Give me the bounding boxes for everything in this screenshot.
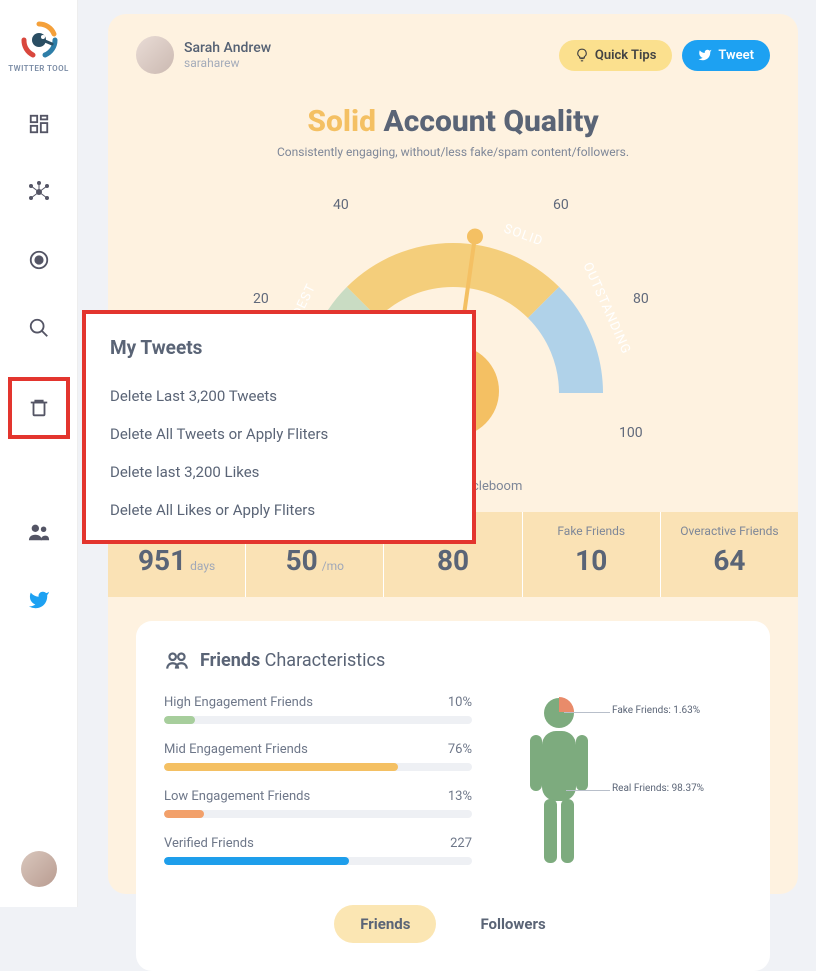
nav-target-icon[interactable] <box>22 243 56 277</box>
lightbulb-icon <box>575 48 589 62</box>
flyout-delete-all-likes[interactable]: Delete All Likes or Apply Fliters <box>110 491 448 529</box>
tick-40: 40 <box>333 197 349 213</box>
sidebar-avatar[interactable] <box>21 851 57 887</box>
person-icon <box>522 695 596 873</box>
quality-subtitle: Consistently engaging, without/less fake… <box>136 145 770 159</box>
user-avatar <box>136 36 174 74</box>
bar-high-engagement: High Engagement Friends10% <box>164 695 472 724</box>
stat-overactive-friends: Overactive Friends 64 <box>661 512 798 597</box>
char-title: Friends Characteristics <box>164 647 742 673</box>
brand-logo-icon <box>19 20 59 60</box>
bar-low-engagement: Low Engagement Friends13% <box>164 789 472 818</box>
flyout-delete-all-tweets[interactable]: Delete All Tweets or Apply Fliters <box>110 415 448 453</box>
characteristics-card: Friends Characteristics High Engagement … <box>136 621 770 971</box>
nav-network-icon[interactable] <box>22 175 56 209</box>
twitter-icon <box>698 48 712 62</box>
nav-search-icon[interactable] <box>22 311 56 345</box>
callout-fake: Fake Friends: 1.63% <box>612 705 700 716</box>
user-box[interactable]: Sarah Andrew saraharew <box>136 36 271 74</box>
user-handle: saraharew <box>184 56 271 70</box>
nav-trash-icon[interactable] <box>22 447 56 481</box>
flyout-title: My Tweets <box>110 336 448 359</box>
bar-verified: Verified Friends227 <box>164 836 472 865</box>
callout-real: Real Friends: 98.37% <box>612 783 704 794</box>
brand: TWITTER TOOL <box>8 20 68 73</box>
tick-80: 80 <box>633 291 649 307</box>
nav-users-icon[interactable] <box>22 515 56 549</box>
flyout-delete-last-tweets[interactable]: Delete Last 3,200 Tweets <box>110 377 448 415</box>
brand-label: TWITTER TOOL <box>8 64 68 73</box>
friends-ratio-figure: Fake Friends: 1.63% Real Friends: 98.37% <box>502 695 742 883</box>
topbar: Sarah Andrew saraharew Quick Tips Tweet <box>136 36 770 74</box>
tweet-button[interactable]: Tweet <box>682 40 770 71</box>
user-name: Sarah Andrew <box>184 40 271 56</box>
friends-icon <box>164 647 190 673</box>
tick-100: 100 <box>619 425 643 441</box>
engagement-bars: High Engagement Friends10% Mid Engagemen… <box>164 695 472 883</box>
quick-tips-button[interactable]: Quick Tips <box>559 40 673 71</box>
nav-trash-highlight[interactable] <box>8 377 70 439</box>
my-tweets-flyout: My Tweets Delete Last 3,200 Tweets Delet… <box>82 310 476 544</box>
sidebar-nav <box>22 107 56 617</box>
flyout-delete-last-likes[interactable]: Delete last 3,200 Likes <box>110 453 448 491</box>
bar-mid-engagement: Mid Engagement Friends76% <box>164 742 472 771</box>
stat-fake-friends: Fake Friends 10 <box>523 512 661 597</box>
nav-twitter-icon[interactable] <box>22 583 56 617</box>
tick-20: 20 <box>253 291 269 307</box>
toggle-friends[interactable]: Friends <box>334 905 436 943</box>
friends-followers-toggle: Friends Followers <box>164 905 742 943</box>
nav-dashboard-icon[interactable] <box>22 107 56 141</box>
quality-title: Solid Account Quality <box>136 104 770 139</box>
tick-60: 60 <box>553 197 569 213</box>
sidebar: TWITTER TOOL <box>0 0 78 907</box>
toggle-followers[interactable]: Followers <box>454 905 571 943</box>
